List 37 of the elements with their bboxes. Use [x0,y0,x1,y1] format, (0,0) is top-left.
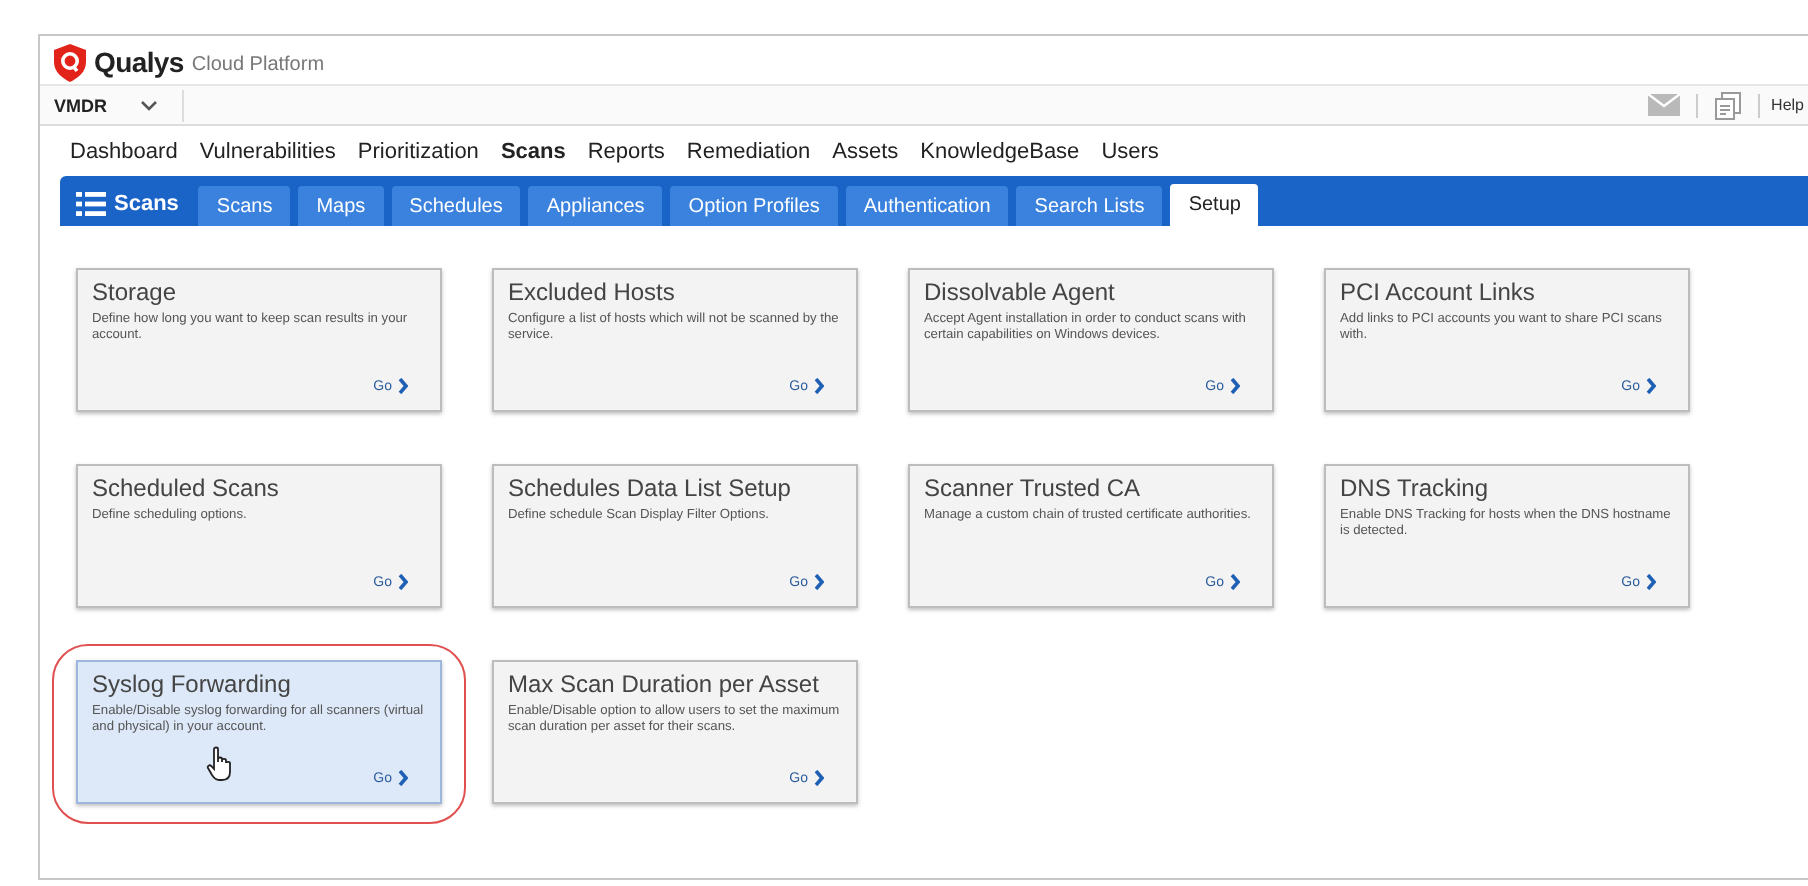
tab[interactable]: Option Profiles [670,186,838,226]
module-dropdown[interactable]: VMDR [40,89,183,121]
card-title: Syslog Forwarding [92,670,293,698]
section-title: Scans [114,191,179,215]
brand-name: Qualys [94,46,184,78]
card-title: Scheduled Scans [92,474,281,502]
copy-icon[interactable] [1713,91,1742,119]
nav-link[interactable]: Scans [500,139,566,163]
tab[interactable]: Maps [298,186,384,226]
product-name: Cloud Platform [191,54,325,76]
nav-link[interactable]: Vulnerabilities [199,139,336,163]
nav-link[interactable]: Users [1101,139,1159,163]
nav-link[interactable]: Reports [587,139,665,163]
nav-link[interactable]: Dashboard [70,139,178,163]
nav-link[interactable]: KnowledgeBase [920,139,1080,163]
nav-link[interactable]: Assets [832,139,899,163]
card-title: Storage [92,278,179,306]
hand-cursor-icon [206,746,234,782]
nav-link[interactable]: Prioritization [357,139,479,163]
tab[interactable]: Setup [1170,184,1259,226]
card-title: Max Scan Duration per Asset [508,670,821,698]
list-icon [76,191,106,215]
tab[interactable]: Authentication [845,186,1009,226]
card-title: Scanner Trusted CA [924,474,1143,502]
card-title: DNS Tracking [1340,474,1491,502]
tab[interactable]: Scans [198,186,291,226]
tab[interactable]: Search Lists [1016,186,1163,226]
nav-link[interactable]: Remediation [686,139,811,163]
card-title: Dissolvable Agent [924,278,1117,306]
tab[interactable]: Appliances [528,186,663,226]
card-title: Excluded Hosts [508,278,677,306]
mail-icon[interactable] [1647,94,1680,116]
card-title: PCI Account Links [1340,278,1537,306]
help-menu[interactable]: Help [1771,96,1808,114]
caret-icon [139,99,157,111]
tab[interactable]: Schedules [391,186,521,226]
card-title: Schedules Data List Setup [508,474,793,502]
